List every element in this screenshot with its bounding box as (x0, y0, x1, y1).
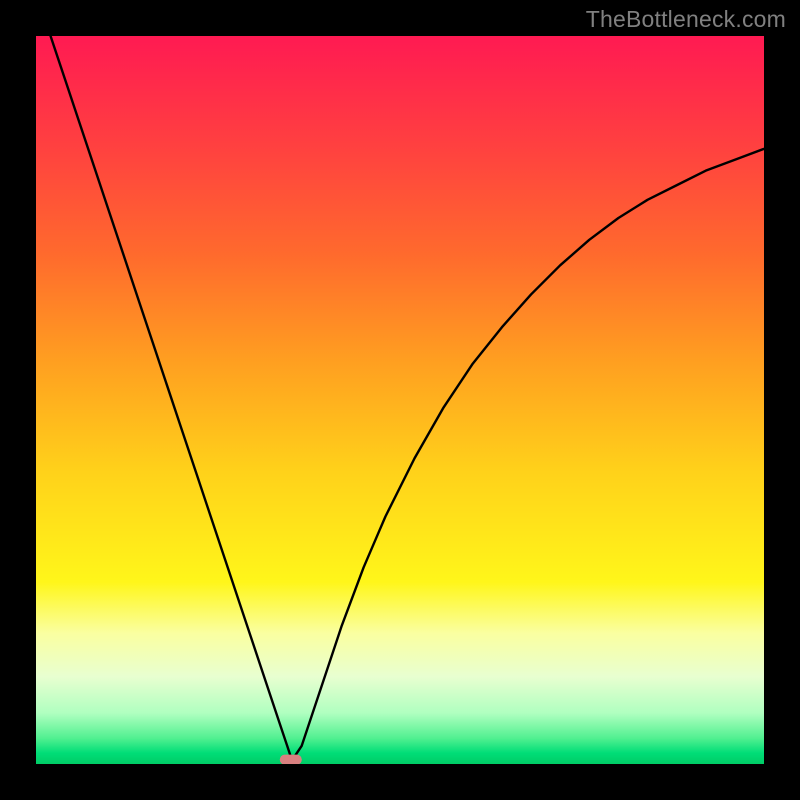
plot-area (36, 36, 764, 764)
watermark-text: TheBottleneck.com (586, 6, 786, 33)
chart-frame: TheBottleneck.com (0, 0, 800, 800)
gradient-background (36, 36, 764, 764)
optimal-marker (280, 755, 302, 764)
bottleneck-chart (36, 36, 764, 764)
